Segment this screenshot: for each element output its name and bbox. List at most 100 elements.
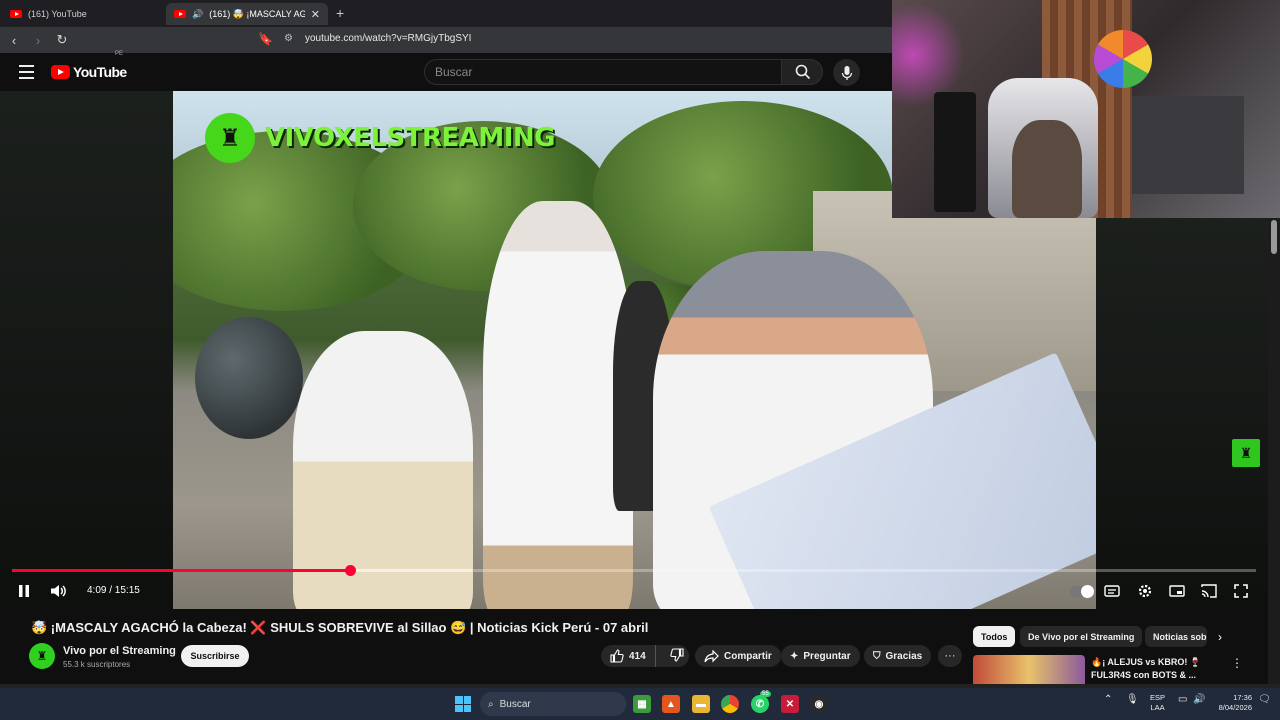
streamer-webcam-overlay (892, 0, 1280, 218)
thanks-button[interactable]: ⛉ Gracias (864, 645, 932, 667)
search-icon: ⌕ (488, 698, 494, 710)
language-code: ESP (1150, 693, 1166, 702)
progress-played (12, 569, 351, 572)
youtube-logo-icon (51, 65, 70, 79)
time-display: 4:09 / 15:15 (87, 585, 140, 596)
back-icon[interactable]: ‹ (4, 33, 24, 48)
search-icon (795, 64, 811, 80)
video-letterbox-left (0, 91, 173, 609)
share-label: Compartir (724, 650, 772, 662)
super-thanks-icon: ⛉ (873, 650, 881, 662)
sparkle-icon: ✦ (790, 650, 799, 662)
like-dislike-group: 414 (601, 645, 689, 667)
thumbs-down-icon (669, 647, 684, 662)
settings-gear-icon[interactable] (1137, 583, 1153, 599)
forward-icon[interactable]: › (28, 33, 48, 48)
language-indicator[interactable]: ESP LAA (1150, 693, 1165, 713)
clock-time: 17:36 (1233, 693, 1252, 702)
search-input[interactable] (425, 60, 765, 84)
system-clock[interactable]: 17:36 8/04/2026 (1212, 693, 1252, 713)
youtube-favicon-icon (10, 10, 22, 18)
address-bar[interactable]: youtube.com/watch?v=RMGjyTbgSYI (305, 33, 471, 44)
more-actions-button[interactable]: ··· (938, 645, 962, 667)
channel-name[interactable]: Vivo por el Streaming (63, 645, 176, 657)
youtube-favicon-icon (174, 10, 186, 18)
capcut-app-icon[interactable]: ✕ (781, 695, 799, 713)
clock-date: 8/04/2026 (1218, 703, 1252, 712)
recommended-video-title[interactable]: 🔥¡ ALEJUS vs KBRO! 🍷 FUL3R4S con BOTS & … (1091, 656, 1216, 682)
share-icon (704, 649, 719, 662)
menu-icon[interactable] (19, 65, 34, 83)
windows-taskbar: ⌕ Buscar ▦ ▲ ▬ ✆ 55 ✕ ◉ ⌃ 🎙 ESP LAA ▭ 🔊 … (0, 688, 1280, 720)
ask-label: Preguntar (803, 650, 851, 662)
subscriber-count: 55.3 k suscriptores (63, 660, 131, 669)
autoplay-toggle[interactable] (1070, 585, 1094, 598)
share-button[interactable]: Compartir (695, 645, 781, 667)
progress-bar[interactable] (12, 565, 1256, 576)
chip-from-channel[interactable]: De Vivo por el Streaming (1020, 626, 1143, 647)
tab-youtube-home[interactable]: (161) YouTube (2, 3, 162, 25)
thanks-label: Gracias (885, 650, 923, 662)
channel-logo-icon: ♜ (1232, 439, 1260, 467)
speaker-icon: 🔊 (192, 8, 204, 19)
thumbs-up-icon (610, 649, 624, 663)
ask-button[interactable]: ✦ Preguntar (781, 645, 860, 667)
chrome-app-icon[interactable] (721, 695, 739, 713)
kebab-menu-icon[interactable]: ⋮ (1231, 656, 1243, 670)
watermark-text: VIVOXELSTREAMING (265, 123, 556, 153)
keyboard-layout: LAA (1150, 703, 1165, 712)
prize-wheel (1094, 30, 1152, 88)
pause-icon[interactable] (17, 584, 31, 598)
chevron-right-icon[interactable]: › (1218, 630, 1222, 644)
volume-icon[interactable]: 🔊 (1193, 694, 1205, 705)
youtube-header: YouTube PE (0, 51, 892, 91)
scrollbar-thumb[interactable] (1271, 220, 1277, 254)
whatsapp-badge: 55 (760, 691, 771, 697)
chip-todos[interactable]: Todos (973, 626, 1016, 647)
channel-avatar[interactable]: ♜ (29, 643, 55, 669)
cast-icon[interactable] (1201, 584, 1217, 598)
minecraft-app-icon[interactable]: ▦ (633, 695, 651, 713)
like-count: 414 (629, 650, 646, 662)
subscribe-button[interactable]: Suscribirse (181, 645, 249, 667)
voice-search-button[interactable] (833, 59, 860, 86)
video-title: 🤯 ¡MASCALY AGACHÓ la Cabeza! ❌ SHULS SOB… (31, 620, 649, 635)
tab-label: (161) YouTube (28, 9, 87, 19)
notifications-icon[interactable]: 🗨 (1258, 694, 1271, 705)
search-box (424, 59, 782, 85)
network-icon[interactable]: ▭ (1178, 694, 1187, 705)
microphone-icon (841, 65, 852, 80)
whatsapp-app-icon[interactable]: ✆ (751, 695, 769, 713)
watermark-logo-icon: ♜ (205, 113, 255, 163)
browser-toolbar: ‹ › ↻ 🔖 ⚙ youtube.com/watch?v=RMGjyTbgSY… (0, 27, 892, 53)
fullscreen-icon[interactable] (1234, 584, 1248, 598)
chevron-up-icon[interactable]: ⌃ (1104, 694, 1112, 705)
close-tab-icon[interactable]: ✕ (311, 8, 320, 21)
taskbar-search[interactable]: ⌕ Buscar (480, 692, 626, 716)
browser-tab-strip: (161) YouTube 🔊 (161) 🤯 ¡MASCALY AGACHÓ … (0, 0, 892, 27)
search-button[interactable] (781, 59, 823, 85)
site-info-icon[interactable]: ⚙ (284, 33, 293, 44)
scrubber-handle[interactable] (344, 565, 356, 576)
new-tab-button[interactable]: + (336, 5, 344, 21)
recommended-video-thumbnail[interactable] (973, 655, 1085, 685)
channel-watermark: ♜ VIVOXELSTREAMING (205, 113, 556, 163)
tab-label: (161) 🤯 ¡MASCALY AGACHÓ (209, 8, 305, 19)
microphone-icon[interactable]: 🎙 (1126, 694, 1139, 705)
like-button[interactable]: 414 (601, 645, 656, 667)
brave-app-icon[interactable]: ▲ (662, 695, 680, 713)
volume-icon[interactable] (50, 584, 68, 598)
page-scrollbar[interactable] (1268, 218, 1280, 684)
bookmark-icon[interactable]: 🔖 (258, 32, 273, 46)
video-letterbox-right (1096, 218, 1268, 609)
file-explorer-icon[interactable]: ▬ (692, 695, 710, 713)
dislike-button[interactable] (661, 647, 693, 665)
youtube-logo[interactable]: YouTube (51, 64, 127, 80)
reload-icon[interactable]: ↻ (52, 32, 72, 48)
subtitles-icon[interactable] (1104, 585, 1120, 597)
miniplayer-icon[interactable] (1169, 585, 1185, 597)
obs-app-icon[interactable]: ◉ (810, 695, 828, 713)
chip-news[interactable]: Noticias sob (1145, 626, 1207, 647)
windows-start-icon[interactable] (455, 696, 471, 712)
tab-current-video[interactable]: 🔊 (161) 🤯 ¡MASCALY AGACHÓ ✕ (166, 3, 328, 25)
